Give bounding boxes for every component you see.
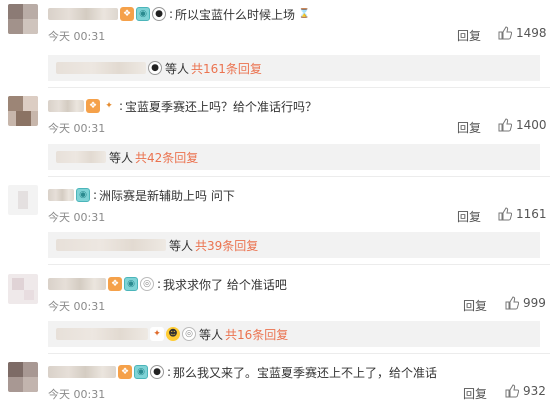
- more-replies-link[interactable]: 共39条回复: [195, 237, 258, 254]
- like-button[interactable]: 1161: [498, 207, 547, 221]
- like-count: 932: [523, 384, 546, 398]
- eye-badge-icon: ◉: [134, 365, 148, 379]
- comment-text: 所以宝蓝什么时候上场: [175, 7, 296, 22]
- reply-button[interactable]: 回复: [463, 297, 487, 314]
- thumbs-up-icon: [498, 26, 512, 40]
- comment-time: 今天 00:31: [48, 211, 106, 224]
- comment-time: 今天 00:31: [48, 30, 106, 43]
- like-count: 1498: [516, 26, 547, 40]
- eye-badge-icon: ◉: [136, 7, 150, 21]
- comment-text: 洲际赛是新辅助上吗 问下: [99, 188, 235, 203]
- avatar[interactable]: [8, 4, 38, 34]
- like-button[interactable]: 932: [505, 384, 546, 398]
- comment-text: 我求求你了 给个准话吧: [163, 277, 287, 292]
- divider: [48, 87, 550, 88]
- like-button[interactable]: 1400: [498, 118, 547, 132]
- comment-item: ❖ ◉ ● : 那么我又来了。宝蓝夏季赛还上不上了，给个准话 今天 00:31 …: [0, 358, 550, 405]
- thumbs-up-icon: [505, 384, 519, 398]
- panda-badge-icon: ●: [150, 365, 164, 379]
- sunglasses-badge-icon: ☻: [166, 327, 180, 341]
- username-blurred[interactable]: [48, 189, 74, 201]
- like-count: 1400: [516, 118, 547, 132]
- username-blurred[interactable]: [48, 8, 118, 20]
- eye-badge-icon: ◉: [76, 188, 90, 202]
- replier-names-blurred: [56, 239, 166, 251]
- avatar[interactable]: [8, 362, 38, 392]
- comment-header: ❖ ✦ : 宝蓝夏季赛还上吗？给个准话行吗？: [48, 98, 317, 114]
- reply-button[interactable]: 回复: [457, 27, 481, 44]
- sub-replies-bar[interactable]: ● 等人 共161条回复: [48, 55, 540, 81]
- divider: [48, 264, 550, 265]
- panda-badge-icon: ●: [152, 7, 166, 21]
- avatar[interactable]: [8, 185, 38, 215]
- sub-replies-deng: 等人: [199, 327, 224, 342]
- comment-header: ❖ ◉ ◎ : 我求求你了 给个准话吧: [48, 276, 287, 292]
- fire-badge-icon: ❖: [108, 277, 122, 291]
- divider: [48, 353, 550, 354]
- comment-text: 宝蓝夏季赛还上吗？给个准话行吗？: [125, 99, 318, 114]
- hourglass-icon: ⌛: [297, 7, 312, 21]
- more-replies-link[interactable]: 共42条回复: [135, 149, 198, 166]
- panda-badge-icon: ●: [148, 61, 162, 75]
- more-replies-link[interactable]: 共161条回复: [191, 60, 262, 77]
- thumbs-up-icon: [498, 207, 512, 221]
- comment-time: 今天 00:31: [48, 388, 106, 401]
- like-button[interactable]: 999: [505, 296, 546, 310]
- sub-replies-bar[interactable]: 等人 共39条回复: [48, 232, 540, 258]
- comment-time: 今天 00:31: [48, 300, 106, 313]
- comment-item: ❖ ◉ ● : 所以宝蓝什么时候上场 ⌛ 今天 00:31 回复 1498: [0, 0, 550, 50]
- sub-replies-deng: 等人: [165, 61, 190, 76]
- sub-replies-bar[interactable]: ✦ ☻ ◎ 等人 共16条回复: [48, 321, 540, 347]
- fire-badge-icon: ❖: [86, 99, 100, 113]
- more-replies-link[interactable]: 共16条回复: [225, 326, 288, 343]
- comment-text: 那么我又来了。宝蓝夏季赛还上不上了，给个准话: [173, 365, 438, 380]
- username-blurred[interactable]: [48, 278, 106, 290]
- replier-names-blurred: [56, 151, 106, 163]
- like-count: 1161: [516, 207, 547, 221]
- comment-item: ❖ ✦ : 宝蓝夏季赛还上吗？给个准话行吗？ 今天 00:31 回复 1400: [0, 92, 550, 142]
- comment-time: 今天 00:31: [48, 122, 106, 135]
- fire-badge-icon: ❖: [118, 365, 132, 379]
- username-blurred[interactable]: [48, 100, 84, 112]
- comment-header: ❖ ◉ ● : 所以宝蓝什么时候上场 ⌛: [48, 6, 312, 22]
- ring-badge-icon: ◎: [182, 327, 196, 341]
- sub-replies-bar[interactable]: 等人 共42条回复: [48, 144, 540, 170]
- comment-header: ◉ : 洲际赛是新辅助上吗 问下: [48, 187, 235, 203]
- sub-replies-deng: 等人: [109, 150, 134, 165]
- reply-button[interactable]: 回复: [457, 119, 481, 136]
- reply-button[interactable]: 回复: [457, 208, 481, 225]
- sub-replies-deng: 等人: [169, 238, 194, 253]
- comment-item: ◉ : 洲际赛是新辅助上吗 问下 今天 00:31 回复 1161: [0, 181, 550, 231]
- fire-badge-icon: ❖: [120, 7, 134, 21]
- like-button[interactable]: 1498: [498, 26, 547, 40]
- replier-names-blurred: [56, 62, 146, 74]
- divider: [48, 176, 550, 177]
- fan-badge-icon: ✦: [150, 327, 164, 341]
- avatar[interactable]: [8, 96, 38, 126]
- reply-button[interactable]: 回复: [463, 385, 487, 402]
- thumbs-up-icon: [498, 118, 512, 132]
- comment-header: ❖ ◉ ● : 那么我又来了。宝蓝夏季赛还上不上了，给个准话: [48, 364, 437, 380]
- fan-badge-icon: ✦: [102, 99, 116, 113]
- replier-names-blurred: [56, 328, 148, 340]
- like-count: 999: [523, 296, 546, 310]
- comment-item: ❖ ◉ ◎ : 我求求你了 给个准话吧 今天 00:31 回复 999: [0, 270, 550, 320]
- ring-badge-icon: ◎: [140, 277, 154, 291]
- eye-badge-icon: ◉: [124, 277, 138, 291]
- thumbs-up-icon: [505, 296, 519, 310]
- username-blurred[interactable]: [48, 366, 116, 378]
- avatar[interactable]: [8, 274, 38, 304]
